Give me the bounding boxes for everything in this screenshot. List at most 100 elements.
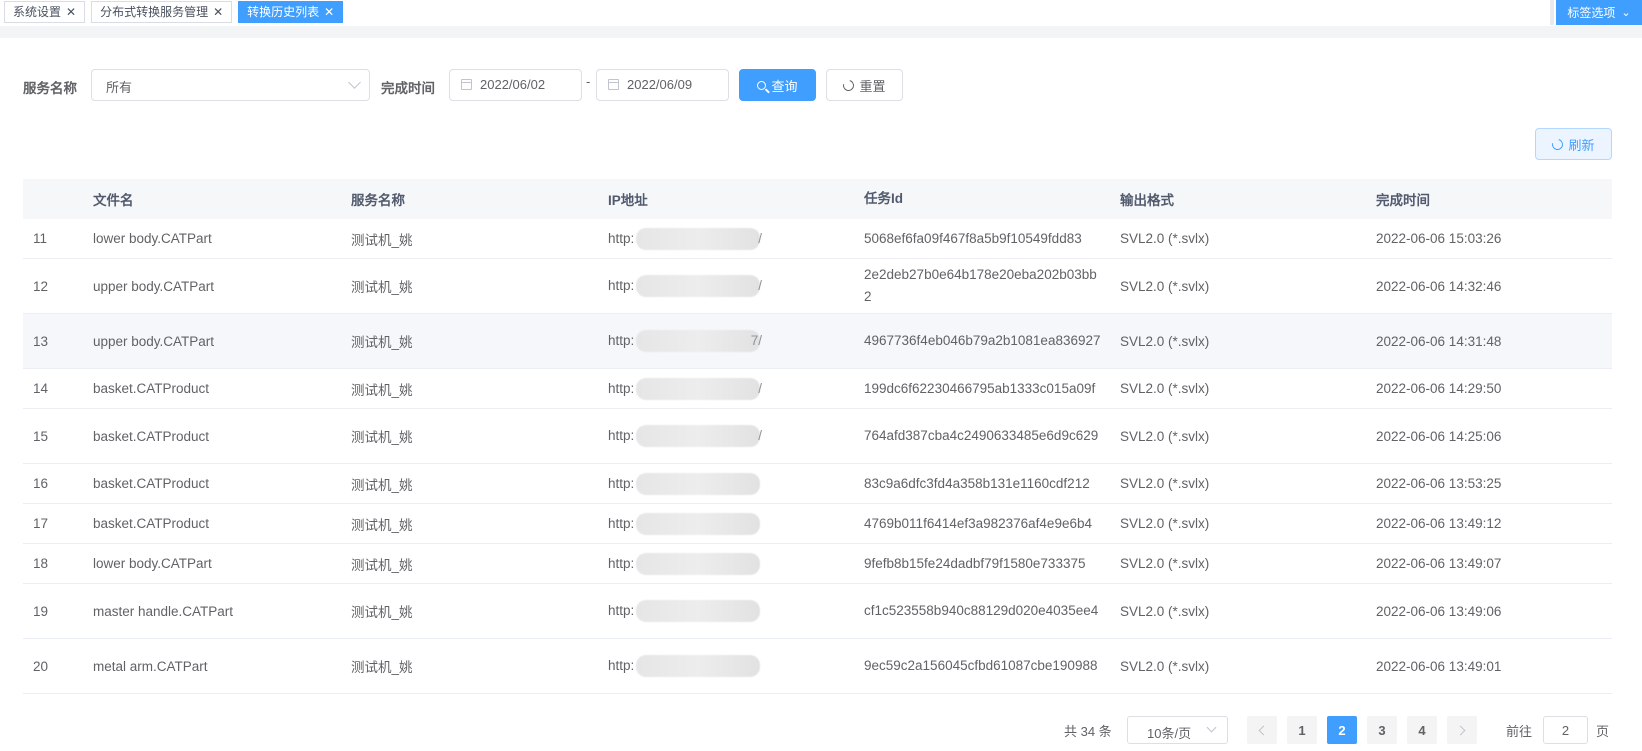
- column-header-ip: IP地址: [608, 193, 648, 208]
- service-name: 测试机_姚: [351, 660, 413, 675]
- ip-suffix: /: [758, 380, 762, 396]
- ip-address: http:: [598, 600, 854, 622]
- query-button[interactable]: 查询: [739, 69, 816, 101]
- next-page-button[interactable]: [1447, 716, 1477, 744]
- chevron-down-icon: [1206, 722, 1217, 733]
- page-button-2[interactable]: 2: [1327, 716, 1357, 744]
- file-name: basket.CATProduct: [93, 428, 210, 444]
- ip-address-value: http:: [608, 472, 760, 495]
- row-index: 19: [33, 603, 49, 619]
- end-date-picker[interactable]: 2022/06/09: [596, 69, 729, 101]
- ip-address-value: http: /: [608, 275, 762, 297]
- refresh-button[interactable]: 刷新: [1535, 128, 1612, 160]
- service-name: 测试机_姚: [351, 232, 413, 248]
- tab-conversion-history[interactable]: 转换历史列表 ✕: [238, 1, 344, 23]
- task-id: 4769b011f6414ef3a982376af4e9e6b4: [864, 515, 1092, 531]
- goto-page-input[interactable]: [1543, 716, 1588, 744]
- service-name: 测试机_姚: [351, 430, 413, 445]
- service-name-label: 服务名称: [23, 81, 77, 96]
- ip-address-value: http:: [608, 655, 760, 677]
- row-index: 17: [33, 516, 49, 531]
- file-name: metal arm.CATPart: [93, 658, 208, 674]
- file-name: master handle.CATPart: [93, 603, 234, 619]
- ip-address: http: 7/: [598, 330, 854, 352]
- refresh-button-label: 刷新: [1568, 137, 1595, 153]
- tab-list: 系统设置 ✕ 分布式转换服务管理 ✕ 转换历史列表 ✕: [4, 1, 344, 23]
- ip-address-value: http: /: [608, 425, 762, 447]
- tab-options-label: 标签选项: [1567, 6, 1616, 20]
- service-name-value: 所有: [106, 80, 133, 95]
- completion-time-label: 完成时间: [381, 81, 435, 96]
- row-index: 18: [33, 556, 49, 571]
- ip-address: http: /: [598, 275, 854, 297]
- ip-address: http: /: [598, 377, 854, 400]
- calendar-icon: [461, 79, 472, 90]
- ip-address-value: http:: [608, 600, 760, 622]
- table-row[interactable]: 14 basket.CATProduct 测试机_姚 http: / 199dc6f622…: [23, 369, 1612, 409]
- table-row[interactable]: 17 basket.CATProduct 测试机_姚 http: 4769b011f64…: [23, 504, 1612, 544]
- goto-label: 前往: [1506, 724, 1533, 739]
- start-date-value: 2022/06/02: [480, 77, 546, 92]
- refresh-icon: [1550, 136, 1566, 152]
- table-row[interactable]: 19 master handle.CATPart 测试机_姚 http: cf1c523…: [23, 584, 1612, 639]
- search-icon: [757, 80, 767, 90]
- column-header-task-id: 任务Id: [864, 191, 903, 206]
- page-background-strip: [0, 26, 1642, 38]
- task-id: 9ec59c2a156045cfbd61087cbe190988: [864, 658, 1098, 673]
- tab-distributed-service-management[interactable]: 分布式转换服务管理 ✕: [91, 1, 233, 23]
- service-name: 测试机_姚: [351, 477, 413, 493]
- task-id: cf1c523558b940c88129d020e4035ee4: [864, 603, 1099, 618]
- output-format: SVL2.0 (*.svlx): [1120, 231, 1210, 246]
- page-size-value: 10条/页: [1147, 726, 1192, 741]
- table-row[interactable]: 12 upper body.CATPart 测试机_姚 http: / 2e2deb27b…: [23, 259, 1612, 314]
- start-date-picker[interactable]: 2022/06/02: [449, 69, 582, 101]
- table-row[interactable]: 11 lower body.CATPart 测试机_姚 http: / 5068ef6fa…: [23, 219, 1612, 259]
- page-button-1[interactable]: 1: [1287, 716, 1317, 744]
- close-icon[interactable]: ✕: [213, 6, 223, 18]
- ip-address: http: /: [598, 425, 854, 447]
- tab-system-settings[interactable]: 系统设置 ✕: [4, 1, 86, 23]
- close-icon[interactable]: ✕: [324, 6, 334, 18]
- conversion-history-table: 文件名 服务名称 IP地址 任务Id 输出格式 完成时间 11 lower bod…: [23, 179, 1612, 694]
- file-name: lower body.CATPart: [93, 231, 212, 246]
- table-row[interactable]: 20 metal arm.CATPart 测试机_姚 http: 9ec59c2a156…: [23, 639, 1612, 694]
- completion-time: 2022-06-06 13:49:07: [1376, 556, 1502, 571]
- prev-page-button[interactable]: [1247, 716, 1277, 744]
- close-icon[interactable]: ✕: [66, 6, 76, 18]
- service-name: 测试机_姚: [351, 557, 413, 573]
- output-format: SVL2.0 (*.svlx): [1120, 556, 1210, 571]
- table-row[interactable]: 16 basket.CATProduct 测试机_姚 http: 83c9a6dfc3f…: [23, 464, 1612, 504]
- ip-prefix: http:: [608, 475, 635, 491]
- ip-prefix: http:: [608, 278, 635, 293]
- ip-suffix: /: [758, 278, 762, 293]
- table-header: 文件名 服务名称 IP地址 任务Id 输出格式 完成时间: [23, 179, 1612, 219]
- row-index: 14: [33, 381, 49, 396]
- divider: [1550, 0, 1554, 25]
- redacted-mask: [636, 227, 760, 250]
- table-row[interactable]: 18 lower body.CATPart 测试机_姚 http: 9fefb8b15f…: [23, 544, 1612, 584]
- output-format: SVL2.0 (*.svlx): [1120, 658, 1210, 674]
- table-row[interactable]: 15 basket.CATProduct 测试机_姚 http: / 764afd387c…: [23, 409, 1612, 464]
- file-name: basket.CATProduct: [93, 381, 210, 396]
- row-index: 20: [33, 658, 49, 674]
- file-name: basket.CATProduct: [93, 476, 210, 491]
- completion-time: 2022-06-06 14:25:06: [1376, 428, 1502, 444]
- tab-options-button[interactable]: 标签选项 ⌄: [1550, 0, 1642, 25]
- page-button-3[interactable]: 3: [1367, 716, 1397, 744]
- page-size-select[interactable]: 10条/页: [1127, 716, 1228, 744]
- ip-suffix: /: [758, 428, 762, 443]
- service-name-select[interactable]: 所有: [91, 69, 370, 101]
- file-name: lower body.CATPart: [93, 556, 212, 571]
- reset-button[interactable]: 重置: [826, 69, 903, 101]
- ip-address-value: http:: [608, 512, 760, 535]
- completion-time: 2022-06-06 13:49:01: [1376, 658, 1502, 674]
- task-id: 9fefb8b15fe24dadbf79f1580e733375: [864, 555, 1086, 571]
- page-button-4[interactable]: 4: [1407, 716, 1437, 744]
- tab-label: 转换历史列表: [247, 5, 320, 19]
- reset-button-label: 重置: [859, 78, 886, 94]
- table-row[interactable]: 13 upper body.CATPart 测试机_姚 http: 7/4967736f…: [23, 314, 1612, 369]
- service-name: 测试机_姚: [351, 280, 413, 295]
- query-button-label: 查询: [771, 78, 798, 94]
- completion-time: 2022-06-06 14:29:50: [1376, 381, 1502, 396]
- ip-prefix: http:: [608, 428, 635, 443]
